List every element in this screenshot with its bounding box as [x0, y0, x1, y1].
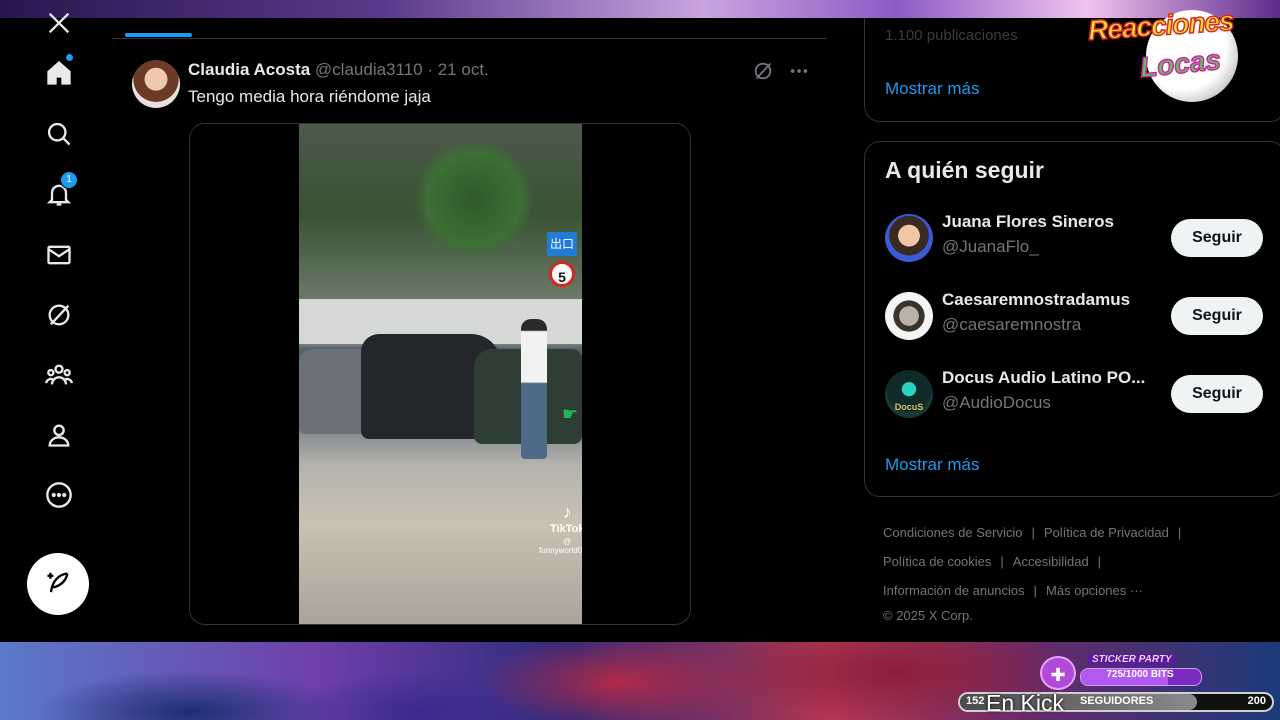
footer-privacy-link[interactable]: Política de Privacidad: [1044, 525, 1169, 540]
suggested-user-handle: @AudioDocus: [942, 393, 1051, 412]
footer-terms-link[interactable]: Condiciones de Servicio: [883, 525, 1022, 540]
feather-plus-icon: [47, 572, 69, 593]
who-to-follow-box: A quién seguir Juana Flores Sineros @Jua…: [864, 141, 1280, 497]
search-icon[interactable]: [42, 117, 76, 151]
video-scene-person: [521, 319, 547, 459]
video-scene-tree: [409, 144, 539, 254]
tweet-media[interactable]: 出口 5 ☛ ♪ TikTok @ funnyworld0013: [189, 123, 691, 625]
grok-icon[interactable]: [752, 60, 774, 82]
who-to-follow-title: A quién seguir: [885, 157, 1044, 183]
home-dot-badge: [66, 54, 73, 61]
sticker-party-widget: 725/1000 BITS ✚ STICKER PARTY: [1040, 654, 1210, 694]
right-sidebar: 1.100 publicaciones Mostrar más A quién …: [827, 18, 1280, 642]
profile-icon[interactable]: [42, 418, 76, 452]
suggested-user-name[interactable]: Juana Flores Sineros: [942, 212, 1162, 232]
tiktok-watermark: ♪ TikTok @ funnyworld0013: [539, 502, 582, 555]
footer-links: Condiciones de Servicio | Política de Priv…: [883, 518, 1243, 627]
compose-post-button[interactable]: [27, 553, 89, 615]
video-speed-sign: 5: [549, 261, 575, 287]
author-name[interactable]: Claudia Acosta: [188, 60, 310, 79]
reacciones-locas-logo: Reacciones Locas: [1086, 4, 1278, 102]
suggested-user[interactable]: Caesaremnostradamus @caesaremnostra Segu…: [865, 286, 1280, 346]
tiktok-user: @ funnyworld0013: [539, 537, 582, 555]
suggested-user[interactable]: DocuS Docus Audio Latino PO... @AudioDoc…: [865, 364, 1280, 424]
more-options-icon[interactable]: [788, 60, 810, 82]
follow-button[interactable]: Seguir: [1171, 297, 1263, 335]
avatar[interactable]: [885, 214, 933, 262]
trends-show-more-link[interactable]: Mostrar más: [885, 79, 979, 99]
sticker-progress-text: 725/1000 BITS: [1106, 669, 1174, 680]
avatar-text: DocuS: [894, 402, 924, 412]
more-icon[interactable]: [42, 478, 76, 512]
footer-accessibility-link[interactable]: Accesibilidad: [1013, 554, 1089, 569]
mail-icon[interactable]: [42, 238, 76, 272]
tab-divider: [112, 38, 827, 39]
suggested-user-handle: @JuanaFlo_: [942, 237, 1039, 256]
left-nav: 1: [0, 12, 113, 642]
footer-more-options-link[interactable]: Más opciones ···: [1046, 583, 1143, 598]
bell-icon[interactable]: 1: [42, 171, 78, 211]
footer-ads-info-link[interactable]: Información de anuncios: [883, 583, 1025, 598]
video-exit-sign: 出口: [547, 232, 577, 256]
communities-icon[interactable]: [42, 358, 76, 392]
grok-icon[interactable]: [42, 298, 76, 332]
footer-copyright: © 2025 X Corp.: [883, 608, 973, 623]
timeline: Claudia Acosta @claudia3110 · 21 oct. Te…: [112, 18, 828, 642]
sticker-party-label: STICKER PARTY: [1088, 654, 1176, 665]
tweet-text: Tengo media hora riéndome jaja: [188, 87, 431, 106]
footer-cookies-link[interactable]: Política de cookies: [883, 554, 991, 569]
tweet-header: Claudia Acosta @claudia3110 · 21 oct.: [188, 60, 489, 80]
suggested-user[interactable]: Juana Flores Sineros @JuanaFlo_ Seguir: [865, 208, 1280, 268]
tweet-actions: [752, 60, 810, 82]
hand-cursor-icon: ☛: [562, 404, 579, 424]
author-handle[interactable]: @claudia3110: [315, 60, 423, 79]
avatar[interactable]: DocuS: [885, 370, 933, 418]
en-kick-text: En Kick: [986, 690, 1064, 716]
tiktok-label: TikTok: [550, 523, 582, 535]
author-avatar[interactable]: [132, 60, 180, 108]
home-icon[interactable]: [42, 54, 76, 90]
avatar[interactable]: [885, 292, 933, 340]
notifications-badge: 1: [60, 171, 78, 189]
tiktok-note-icon: ♪: [562, 502, 572, 522]
follow-button[interactable]: Seguir: [1171, 219, 1263, 257]
suggested-user-name[interactable]: Docus Audio Latino PO...: [942, 368, 1162, 388]
followers-current: 152: [966, 695, 985, 707]
video-player[interactable]: 出口 5 ☛ ♪ TikTok @ funnyworld0013: [299, 124, 582, 624]
followers-label: SEGUIDORES: [1080, 695, 1154, 707]
tweet-date[interactable]: · 21 oct.: [427, 60, 488, 79]
follow-button[interactable]: Seguir: [1171, 375, 1263, 413]
active-tab-indicator: [125, 33, 192, 37]
x-logo-icon[interactable]: [42, 6, 76, 40]
heart-plus-icon: ✚: [1040, 656, 1076, 690]
trend-post-count: 1.100 publicaciones: [885, 27, 1018, 44]
suggested-user-name[interactable]: Caesaremnostradamus: [942, 290, 1162, 310]
followers-goal: 200: [1247, 695, 1266, 707]
who-to-follow-show-more-link[interactable]: Mostrar más: [885, 455, 979, 475]
suggested-user-handle: @caesaremnostra: [942, 315, 1082, 334]
